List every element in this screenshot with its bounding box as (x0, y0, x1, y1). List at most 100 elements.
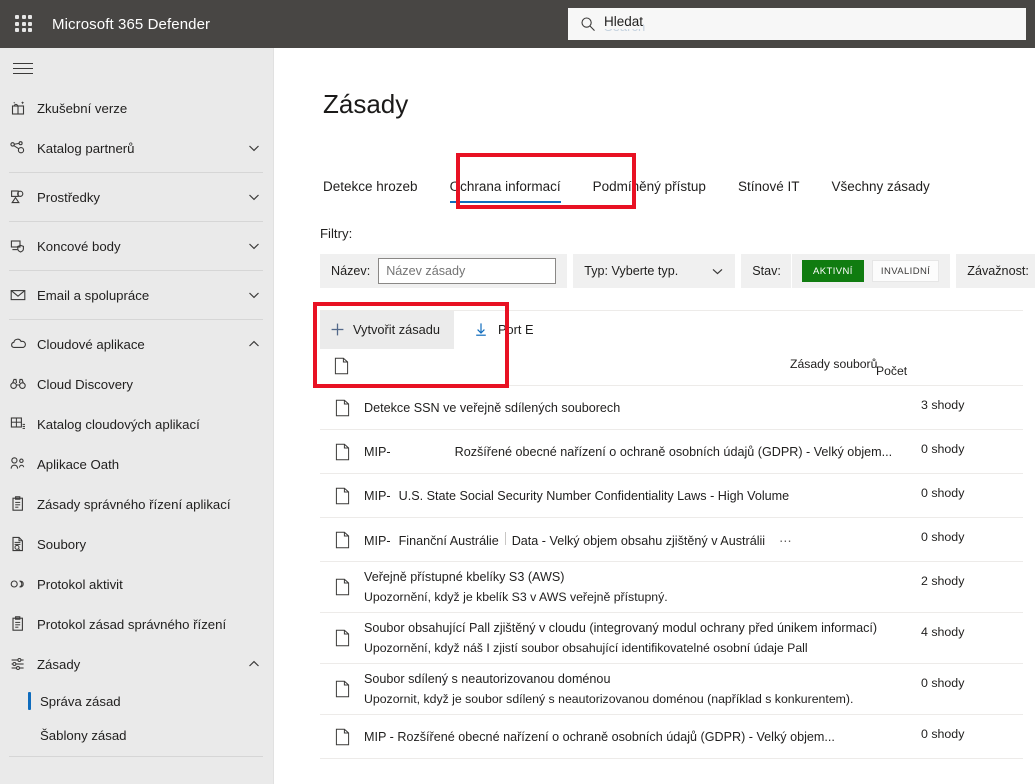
state-active-toggle[interactable]: AKTIVNÍ (801, 260, 864, 282)
main-content: Zásady Detekce hrozeb Ochrana informací … (275, 48, 1035, 784)
sidebar-item-policies[interactable]: Zásady (0, 644, 273, 684)
sidebar-item-label: Zásady (37, 656, 81, 672)
sidebar-item-cloud-app-catalog[interactable]: Katalog cloudových aplikací (0, 404, 273, 444)
policy-title: Veřejně přístupné kbelíky S3 (AWS) (364, 570, 565, 584)
policy-description: Upozornění, když náš I zjistí soubor obs… (364, 641, 808, 655)
match-count: 4 shody (921, 625, 965, 639)
sidebar-item-email-collaboration[interactable]: Email a spolupráce (0, 275, 273, 315)
tab-information-protection[interactable]: Ochrana informací (449, 179, 561, 204)
sidebar-item-governance-log[interactable]: Protokol zásad správného řízení (0, 604, 273, 644)
sidebar-item-label: Soubory (37, 536, 87, 552)
table-row[interactable]: MIP- Finanční Austrálie Data - Velký obj… (320, 518, 1023, 562)
chevron-up-icon[interactable] (247, 657, 261, 671)
cloud-icon (9, 335, 37, 353)
tab-all-policies[interactable]: Všechny zásady (831, 179, 929, 204)
nav-divider (9, 319, 263, 320)
nav-divider (9, 270, 263, 271)
sidebar-item-files[interactable]: Soubory (0, 524, 273, 564)
clipboard-log-icon (9, 615, 37, 633)
filter-type-dropdown[interactable]: Typ: Vyberte typ. (573, 254, 736, 288)
policy-title: U.S. State Social Security Number Confid… (398, 488, 790, 503)
nav-divider (9, 221, 263, 222)
file-icon (320, 399, 364, 417)
plus-icon (331, 323, 344, 336)
sidebar-item-label: Protokol zásad správného řízení (37, 616, 227, 632)
column-header-count[interactable]: Počet (876, 364, 907, 378)
filters-row: Název: Typ: Vyberte typ. Stav: AKTIVNÍ I… (320, 254, 1035, 288)
table-row[interactable]: Soubor sdílený s neautorizovanou doménou… (320, 664, 1023, 715)
endpoint-shield-icon (9, 237, 37, 255)
policy-title: MIP - Rozšířené obecné nařízení o ochran… (364, 729, 835, 744)
sidebar-item-oauth-apps[interactable]: Aplikace Oath (0, 444, 273, 484)
sidebar-subitem-policy-management[interactable]: Správa zásad (0, 684, 273, 718)
sidebar-item-label: Katalog cloudových aplikací (37, 416, 200, 432)
match-count: 0 shody (921, 486, 965, 500)
policy-title: Data - Velký objem obsahu zjištěný v Aus… (511, 533, 766, 548)
table-row[interactable]: Soubor obsahující Pall zjištěný v cloudu… (320, 613, 1023, 664)
chevron-down-icon[interactable] (247, 190, 261, 204)
clipboard-governance-icon (9, 495, 37, 513)
chevron-down-icon[interactable] (247, 239, 261, 253)
tab-label: Stínové IT (737, 179, 800, 194)
sidebar-item-label: Cloud Discovery (37, 376, 134, 392)
nav-group-cloud-apps: Cloudové aplikace Cloud Discovery Katalo… (0, 324, 273, 752)
file-icon (320, 443, 364, 461)
tab-conditional-access[interactable]: Podmíněný přístup (593, 179, 706, 204)
row-body: Soubor sdílený s neautorizovanou doménou… (364, 664, 911, 714)
column-header-policy[interactable]: Zásady souborů (790, 357, 877, 371)
table-row[interactable]: MIP- Rozšířené obecné nařízení o ochraně… (320, 430, 1023, 474)
filters-label: Filtry: (320, 226, 353, 241)
policy-name-input[interactable] (378, 258, 557, 284)
activity-log-icon (9, 575, 37, 593)
sidebar-item-cloud-apps[interactable]: Cloudové aplikace (0, 324, 273, 364)
row-body: Detekce SSN ve veřejně sdílených soubore… (364, 393, 911, 423)
tab-strip: Detekce hrozeb Ochrana informací Podmíně… (323, 160, 1023, 204)
app-launcher-waffle-icon[interactable] (0, 0, 48, 48)
sidebar-item-label: Zásady správného řízení aplikací (37, 496, 231, 512)
export-button[interactable]: Port E (462, 311, 546, 349)
filter-divider (790, 254, 792, 288)
nav-group-endpoints: Koncové body (0, 226, 273, 266)
sidebar-item-cloud-discovery[interactable]: Cloud Discovery (0, 364, 273, 404)
table-row[interactable]: Detekce SSN ve veřejně sdílených soubore… (320, 386, 1023, 430)
nav-group-assets: Prostředky (0, 177, 273, 217)
row-body: MIP - Rozšířené obecné nařízení o ochran… (364, 722, 911, 752)
chevron-down-icon[interactable] (247, 141, 261, 155)
file-icon (334, 357, 349, 380)
policy-description: Upozornit, když je soubor sdílený s neau… (364, 692, 854, 706)
table-row[interactable]: MIP- U.S. State Social Security Number C… (320, 474, 1023, 518)
table-row[interactable]: Veřejně přístupné kbelíky S3 (AWS) Upozo… (320, 562, 1023, 613)
tab-threat-detection[interactable]: Detekce hrozeb (323, 179, 418, 204)
nav-divider (9, 756, 263, 757)
filter-state-label: Stav: (752, 264, 781, 278)
match-count: 0 shody (921, 530, 965, 544)
sidebar-item-trials[interactable]: Zkušební verze (0, 88, 273, 128)
sidebar-item-endpoints[interactable]: Koncové body (0, 226, 273, 266)
tab-label: Podmíněný přístup (592, 179, 706, 194)
policy-prefix: MIP- (364, 533, 391, 548)
policy-title: Detekce SSN ve veřejně sdílených soubore… (364, 400, 621, 415)
tab-shadow-it[interactable]: Stínové IT (738, 179, 800, 204)
table-row[interactable]: MIP - Rozšířené obecné nařízení o ochran… (320, 715, 1023, 759)
left-navigation: Zkušební verze Katalog partnerů Prostřed… (0, 48, 274, 784)
global-nav-toggle[interactable] (0, 48, 273, 88)
sidebar-item-app-governance-policies[interactable]: Zásady správného řízení aplikací (0, 484, 273, 524)
tab-label: Ochrana informací (449, 179, 561, 194)
file-icon (320, 680, 364, 698)
chevron-down-icon[interactable] (247, 288, 261, 302)
match-count: 0 shody (921, 676, 965, 690)
create-policy-button[interactable]: Vytvořit zásadu (320, 310, 455, 349)
sidebar-item-assets[interactable]: Prostředky (0, 177, 273, 217)
sidebar-item-label: Protokol aktivit (37, 576, 123, 592)
sidebar-item-activity-log[interactable]: Protokol aktivit (0, 564, 273, 604)
chevron-up-icon[interactable] (247, 337, 261, 351)
file-icon (320, 728, 364, 746)
binoculars-icon (9, 375, 37, 393)
sidebar-item-partner-catalog[interactable]: Katalog partnerů (0, 128, 273, 168)
state-invalid-toggle[interactable]: INVALIDNÍ (871, 260, 940, 282)
policy-title: Rozšířené obecné nařízení o ochraně osob… (454, 444, 893, 459)
text-divider (504, 531, 506, 545)
global-search-box[interactable]: Search Hledat (568, 8, 1026, 40)
sidebar-subitem-policy-templates[interactable]: Šablony zásad (0, 718, 273, 752)
more-ellipsis-icon[interactable]: ⋯ (779, 533, 793, 548)
